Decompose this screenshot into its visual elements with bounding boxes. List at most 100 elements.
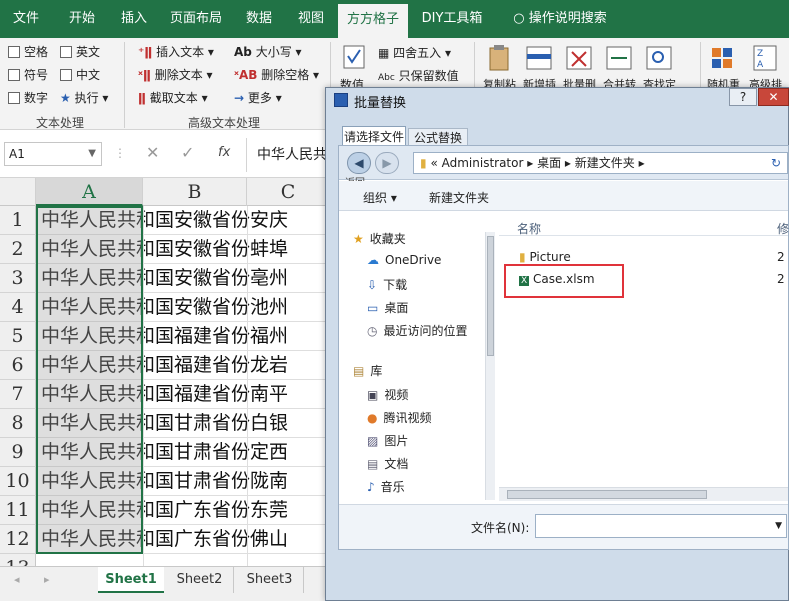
check-symbol[interactable]: 符号 (8, 66, 48, 83)
execute-button[interactable]: ★ 执行 ▾ (60, 89, 108, 106)
nav-item-label: OneDrive (385, 253, 442, 267)
row-header[interactable]: 5 (0, 322, 36, 351)
hscroll-thumb[interactable] (507, 490, 707, 499)
row-header[interactable]: 10 (0, 467, 36, 496)
check-number[interactable]: 数字 (8, 89, 48, 106)
nav-item-label: 图片 (384, 434, 409, 448)
arrow-right-icon: → (234, 91, 245, 105)
help-button[interactable]: ? (729, 88, 757, 106)
scroll-right-icon[interactable]: ▸ (44, 573, 50, 586)
sheet-tab-2[interactable]: Sheet2 (166, 567, 234, 593)
row-header[interactable]: 8 (0, 409, 36, 438)
nav-item[interactable]: ● 腾讯视频 (367, 409, 432, 426)
select-all-corner[interactable] (0, 178, 36, 206)
nav-item[interactable]: ◷ 最近访问的位置 (367, 322, 468, 339)
nav-item[interactable]: ▣ 视频 (367, 386, 408, 403)
execute-label: 执行 (74, 91, 99, 105)
file-item-picture[interactable]: ▮ Picture (519, 250, 571, 264)
col-header-a[interactable]: A (36, 178, 143, 206)
tencent-video-icon: ● (367, 411, 378, 425)
nav-item-label: 文档 (384, 457, 409, 471)
path-overflow[interactable]: « (430, 156, 437, 170)
keep-number-button[interactable]: Abc 只保留数值 (378, 67, 459, 84)
refresh-icon[interactable]: ↻ (771, 153, 781, 173)
case-button[interactable]: Ab 大小写 ▾ (234, 43, 302, 60)
round-button[interactable]: ▦ 四舍五入 ▾ (378, 44, 451, 61)
insert-text-button[interactable]: ⁺ǁ 插入文本 ▾ (138, 43, 214, 60)
path-segment-folder[interactable]: 新建文件夹 (575, 156, 635, 170)
file-hscrollbar[interactable] (499, 487, 788, 501)
check-english[interactable]: 英文 (60, 43, 100, 60)
row-header[interactable]: 9 (0, 438, 36, 467)
col-modified-header[interactable]: 修 (777, 220, 789, 237)
insert-text-icon: ⁺ǁ (138, 45, 153, 59)
function-icon[interactable]: fx (218, 145, 230, 160)
nav-item[interactable]: ⇩ 下载 (367, 276, 407, 293)
row-header[interactable]: 6 (0, 351, 36, 380)
path-breadcrumb[interactable]: ▮ « Administrator ▸ 桌面 ▸ 新建文件夹 ▸ ↻ (413, 152, 788, 174)
nav-item[interactable]: ☁ OneDrive (367, 253, 441, 267)
grid-icon: ▦ (378, 46, 390, 60)
delete-text-button[interactable]: ˣǁ 删除文本 ▾ (138, 66, 213, 83)
file-list-header (499, 212, 788, 236)
check-chinese[interactable]: 中文 (60, 66, 100, 83)
row-header[interactable]: 12 (0, 525, 36, 554)
col-header-b[interactable]: B (143, 178, 247, 206)
row-header[interactable]: 2 (0, 235, 36, 264)
tab-page-layout[interactable]: 页面布局 (164, 0, 228, 38)
tab-tell-me[interactable]: ○ 操作说明搜索 (500, 0, 620, 38)
sheet-tab-1[interactable]: Sheet1 (98, 567, 164, 593)
tab-insert[interactable]: 插入 (110, 0, 158, 38)
tab-home[interactable]: 开始 (58, 0, 106, 38)
nav-item[interactable]: ★ 收藏夹 (353, 230, 406, 247)
group-label-text: 文本处理 (36, 116, 85, 130)
recent-icon: ◷ (367, 324, 378, 338)
path-segment-desktop[interactable]: 桌面 (537, 156, 561, 170)
chevron-down-icon[interactable]: ▼ (775, 515, 782, 537)
sheet-tab-3[interactable]: Sheet3 (236, 567, 304, 593)
tab-view[interactable]: 视图 (288, 0, 334, 38)
ribbon-tab-bar: 文件 开始 插入 页面布局 数据 视图 方方格子 DIY工具箱 ○ 操作说明搜索 (0, 0, 789, 38)
tab-select-file[interactable]: 请选择文件 (342, 126, 406, 146)
back-arrow-icon[interactable]: ◀ (347, 152, 371, 174)
nav-item[interactable]: ▤ 文档 (367, 455, 408, 472)
new-folder-button[interactable]: 新建文件夹 (429, 189, 489, 206)
path-segment-admin[interactable]: Administrator (442, 156, 524, 170)
organize-button[interactable]: 组织 ▾ (363, 189, 397, 206)
more-button[interactable]: → 更多 ▾ (234, 89, 282, 106)
row-header[interactable]: 11 (0, 496, 36, 525)
cancel-icon[interactable]: ✕ (146, 143, 159, 162)
col-name-header[interactable]: 名称 (517, 220, 541, 237)
tab-file[interactable]: 文件 (0, 0, 52, 38)
nav-item[interactable]: ▭ 桌面 (367, 299, 408, 316)
chevron-down-icon[interactable]: ▼ (88, 143, 96, 165)
check-space[interactable]: 空格 (8, 43, 48, 60)
nav-item[interactable]: ▤ 库 (353, 362, 382, 379)
enter-icon[interactable]: ✓ (181, 143, 194, 162)
file-item-case[interactable]: X Case.xlsm (519, 272, 595, 286)
row-header[interactable]: 1 (0, 206, 36, 235)
delete-space-button[interactable]: ˣAB 删除空格 ▾ (234, 66, 319, 83)
row-header[interactable]: 7 (0, 380, 36, 409)
nav-scrollbar[interactable] (485, 232, 495, 500)
tab-tell-me-label: 操作说明搜索 (528, 11, 607, 26)
nav-scroll-thumb[interactable] (487, 236, 494, 356)
filename-input[interactable]: ▼ (535, 514, 787, 538)
row-header[interactable]: 4 (0, 293, 36, 322)
formula-input[interactable]: 中华人民共 (246, 138, 336, 172)
folder-icon: ▮ (519, 250, 526, 264)
forward-arrow-icon[interactable]: ▶ (375, 152, 399, 174)
scroll-left-icon[interactable]: ◂ (14, 573, 20, 586)
col-header-c[interactable]: C (247, 178, 330, 206)
tab-formula-replace[interactable]: 公式替换 (408, 128, 468, 146)
name-box[interactable]: A1 ▼ (4, 142, 102, 166)
check-number-label: 数字 (24, 91, 49, 105)
row-header[interactable]: 3 (0, 264, 36, 293)
cut-text-button[interactable]: ǁ 截取文本 ▾ (138, 89, 208, 106)
nav-item[interactable]: ▨ 图片 (367, 432, 408, 449)
close-button[interactable]: ✕ (758, 88, 789, 106)
tab-data[interactable]: 数据 (236, 0, 282, 38)
tab-ffgz[interactable]: 方方格子 (338, 4, 408, 38)
tab-diy-toolbox[interactable]: DIY工具箱 (414, 0, 490, 38)
nav-item[interactable]: ♪ 音乐 (367, 478, 405, 495)
